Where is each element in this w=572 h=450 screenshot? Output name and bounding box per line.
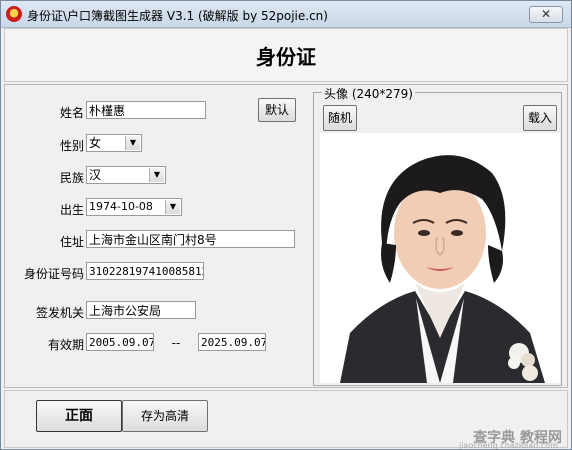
name-label: 姓名 <box>59 106 84 120</box>
gender-value: 女 <box>89 136 102 150</box>
ethnicity-value: 汉 <box>89 168 102 182</box>
portrait-photo <box>320 133 560 383</box>
ethnicity-label: 民族 <box>59 171 84 185</box>
title-bar: 身份证\户口簿截图生成器 V3.1 (破解版 by 52pojie.cn) ✕ <box>1 1 571 28</box>
gender-label: 性别 <box>59 139 84 153</box>
chevron-down-icon[interactable]: ▼ <box>165 200 180 214</box>
save-hd-button[interactable]: 存为高清 <box>122 400 208 432</box>
id-number-label: 身份证号码 <box>23 267 84 281</box>
window-title: 身份证\户口簿截图生成器 V3.1 (破解版 by 52pojie.cn) <box>27 9 328 23</box>
portrait-image <box>320 133 560 383</box>
valid-to-input[interactable]: 2025.09.07 <box>198 333 266 351</box>
front-side-button[interactable]: 正面 <box>36 400 122 432</box>
close-button[interactable]: ✕ <box>529 6 563 23</box>
random-photo-button[interactable]: 随机 <box>323 105 357 131</box>
chevron-down-icon[interactable]: ▼ <box>149 168 164 182</box>
document-title: 身份证 <box>256 45 316 69</box>
validity-label: 有效期 <box>47 338 84 352</box>
load-photo-button[interactable]: 载入 <box>523 105 557 131</box>
validity-separator: -- <box>171 336 181 350</box>
address-label: 住址 <box>59 235 84 249</box>
birth-value: 1974-10-08 <box>89 200 153 213</box>
default-button[interactable]: 默认 <box>258 98 296 122</box>
photo-group-label: 头像 (240*279) <box>322 85 415 102</box>
watermark-url: jiaocheng.chazidian.com <box>458 441 558 450</box>
birth-date-picker[interactable]: 1974-10-08 ▼ <box>86 198 182 216</box>
app-emblem-icon <box>6 6 22 22</box>
name-input[interactable]: 朴槿惠 <box>86 101 206 119</box>
birth-label: 出生 <box>59 203 84 217</box>
gender-select[interactable]: 女 ▼ <box>86 134 142 152</box>
chevron-down-icon[interactable]: ▼ <box>125 136 140 150</box>
valid-from-input[interactable]: 2005.09.07 <box>86 333 154 351</box>
ethnicity-select[interactable]: 汉 ▼ <box>86 166 166 184</box>
id-number-input[interactable]: 310228197410085812 <box>86 262 204 280</box>
header-panel: 身份证 <box>4 28 568 82</box>
issuer-label: 签发机关 <box>35 306 84 320</box>
address-input[interactable]: 上海市金山区南门村8号 <box>86 230 295 248</box>
issuer-input[interactable]: 上海市公安局 <box>86 301 196 319</box>
